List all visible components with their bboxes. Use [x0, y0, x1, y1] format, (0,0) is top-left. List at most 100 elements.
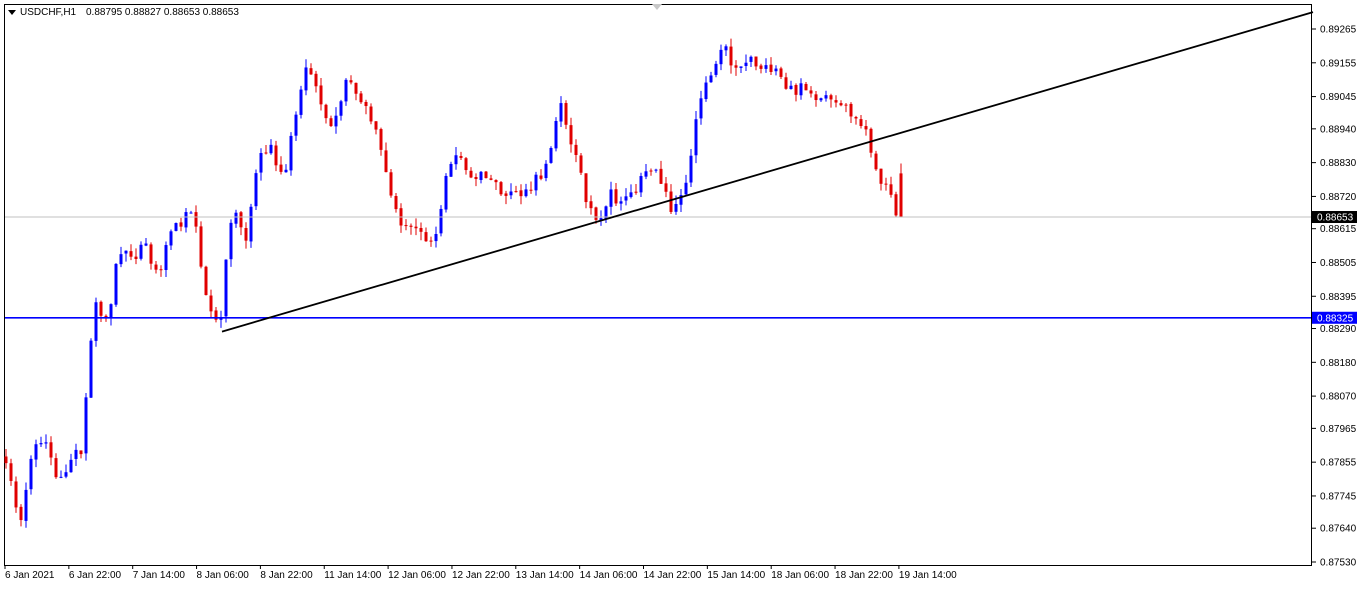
candle-body — [124, 250, 128, 254]
candle-body — [809, 90, 813, 94]
candle-body — [299, 89, 303, 115]
candle-body — [159, 269, 163, 271]
candle-body — [344, 79, 348, 102]
candle-body — [584, 173, 588, 203]
candle-body — [704, 82, 708, 100]
candle-body — [664, 183, 668, 192]
price-chart[interactable]: USDCHF,H1 0.88795 0.88827 0.88653 0.8865… — [0, 0, 1366, 598]
candle-body — [394, 196, 398, 210]
price-tick-label: 0.89155 — [1320, 58, 1357, 69]
candle-body — [44, 442, 48, 444]
candle-body — [409, 225, 413, 227]
price-tick-label: 0.87855 — [1320, 458, 1357, 469]
candle-body — [899, 173, 903, 218]
candle-body — [259, 153, 263, 173]
candle-body — [269, 144, 273, 154]
candle-body — [264, 152, 268, 154]
candle-body — [279, 164, 283, 172]
candle-body — [99, 301, 103, 316]
candle-body — [554, 120, 558, 149]
candle-body — [774, 68, 778, 72]
time-tick-label: 7 Jan 14:00 — [133, 570, 186, 581]
candle-body — [244, 228, 248, 241]
candle-body — [559, 103, 563, 122]
candle-body — [654, 169, 658, 171]
candle-body — [454, 155, 458, 165]
candle-body — [359, 93, 363, 103]
candle-body — [114, 263, 118, 305]
candle-body — [249, 206, 253, 242]
time-axis[interactable]: 6 Jan 2021 6 Jan 22:00 7 Jan 14:00 8 Jan 06… — [4, 565, 957, 581]
time-tick-label: 19 Jan 14:00 — [899, 570, 957, 581]
candle-body — [889, 184, 893, 195]
candle-body — [94, 302, 98, 341]
candle-body — [499, 182, 503, 195]
candle — [894, 191, 898, 217]
candle-body — [829, 95, 833, 100]
candle-body — [449, 163, 453, 177]
candle-body — [39, 443, 43, 445]
candle-body — [519, 190, 523, 197]
candle-body — [24, 489, 28, 521]
candle-body — [674, 204, 678, 212]
candle-body — [34, 444, 38, 460]
candle — [449, 161, 453, 177]
candle-body — [759, 65, 763, 69]
candle — [249, 203, 253, 248]
candle — [204, 265, 208, 296]
candle-body — [669, 191, 673, 212]
candle-body — [54, 458, 58, 478]
time-tick-label: 8 Jan 22:00 — [260, 570, 313, 581]
candle — [499, 180, 503, 197]
candle-body — [229, 222, 233, 260]
candle — [254, 169, 258, 211]
horizontal-level-label: 0.88325 — [1317, 313, 1354, 324]
candle-body — [364, 101, 368, 107]
candle-body — [574, 144, 578, 155]
candle — [554, 117, 558, 152]
candle-body — [729, 46, 733, 66]
price-axis[interactable]: 0.89265 0.89155 0.89045 0.88940 0.88830 0.887… — [1311, 25, 1357, 569]
candle-body — [49, 442, 53, 458]
candle-body — [189, 212, 193, 214]
ohlc-readout: 0.88795 0.88827 0.88653 0.88653 — [86, 7, 239, 18]
candle — [89, 338, 93, 399]
candle-body — [769, 64, 773, 72]
candle — [439, 205, 443, 237]
candle-body — [89, 340, 93, 398]
candle-body — [289, 135, 293, 171]
price-tick-label: 0.88290 — [1320, 324, 1357, 335]
candle-body — [864, 126, 868, 130]
candle-body — [9, 463, 13, 481]
candle-body — [894, 194, 898, 216]
candle — [874, 150, 878, 171]
price-tick-label: 0.87640 — [1320, 524, 1357, 535]
candle-body — [69, 459, 73, 473]
time-tick-label: 18 Jan 06:00 — [771, 570, 829, 581]
candle — [549, 146, 553, 164]
candle-body — [569, 125, 573, 145]
price-tick-label: 0.89265 — [1320, 25, 1357, 36]
time-tick-label: 12 Jan 22:00 — [452, 570, 510, 581]
candle-body — [859, 119, 863, 127]
candle-body — [684, 182, 688, 195]
candle-body — [324, 104, 328, 119]
candle-body — [109, 304, 113, 319]
candle-body — [339, 101, 343, 116]
price-tick-label: 0.88940 — [1320, 124, 1357, 135]
candle-body — [579, 155, 583, 173]
chart-window[interactable]: USDCHF,H1 0.88795 0.88827 0.88653 0.8865… — [0, 0, 1366, 598]
price-tick-label: 0.87530 — [1320, 558, 1357, 569]
candle-body — [879, 168, 883, 184]
candle-body — [384, 150, 388, 173]
candle-body — [609, 189, 613, 207]
price-tick-label: 0.88830 — [1320, 158, 1357, 169]
candle-body — [139, 244, 143, 259]
candle — [84, 393, 88, 461]
candle-body — [634, 191, 638, 193]
candle-body — [234, 212, 238, 224]
candle-body — [209, 295, 213, 312]
candle-body — [824, 95, 828, 99]
candle-body — [74, 449, 78, 459]
candle — [389, 169, 393, 198]
